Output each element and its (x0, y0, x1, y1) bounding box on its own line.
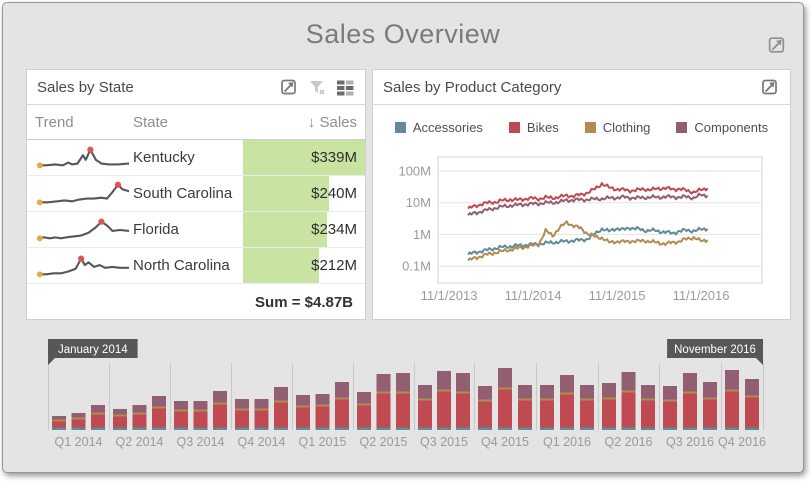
quarter-label: Q4 2016 (718, 435, 766, 449)
quarter-label: Q2 2014 (116, 435, 164, 449)
trend-sparkline (37, 181, 129, 205)
quarter-label: Q3 2015 (420, 435, 468, 449)
quarter-label: Q4 2015 (481, 435, 529, 449)
column-header-sales[interactable]: ↓ Sales (243, 114, 365, 131)
legend-item: Clothing (584, 120, 651, 135)
y-axis-label: 10M (406, 195, 431, 210)
range-selector[interactable]: Q1 2014 Q2 2014 Q3 2014 Q4 2014 Q1 2015 Q2 20… (37, 337, 777, 462)
table-summary: Sum = $4.87B (255, 293, 353, 311)
panel-title: Sales by State (37, 78, 134, 96)
range-end-flag[interactable]: November 2016 (667, 339, 763, 365)
trend-sparkline (37, 146, 129, 168)
y-axis-label: 100M (398, 164, 431, 179)
export-icon[interactable] (761, 78, 780, 97)
sales-value: $234M (311, 221, 357, 238)
x-axis-label: 11/1/2013 (421, 288, 478, 303)
chart-legend: Accessories Bikes Clothing Components (373, 120, 790, 135)
quarter-label: Q3 2014 (177, 435, 225, 449)
quarter-label: Q2 2016 (605, 435, 653, 449)
range-bars[interactable] (52, 368, 759, 430)
flag-label: January 2014 (58, 344, 128, 356)
x-axis-label: 11/1/2014 (505, 288, 562, 303)
legend-item: Bikes (508, 120, 559, 135)
category-line-chart: 100M 10M 1M 0.1M 11/1/2013 11/1/2014 11/1/2015… (398, 156, 763, 303)
quarter-label: Q1 2015 (299, 435, 347, 449)
x-axis-label: 11/1/2016 (673, 288, 730, 303)
column-header-trend[interactable]: Trend (27, 114, 133, 131)
legend-label: Clothing (602, 120, 651, 135)
sales-value: $339M (311, 149, 357, 166)
sort-descending-icon: ↓ (307, 113, 316, 131)
legend-swatch (584, 122, 596, 133)
sales-data-bar (243, 248, 320, 283)
quarter-label: Q1 2016 (543, 435, 591, 449)
y-axis-label: 0.1M (402, 259, 431, 274)
quarter-label: Q1 2014 (55, 435, 103, 449)
legend-label: Components (694, 120, 769, 135)
export-icon[interactable] (767, 35, 787, 55)
legend-swatch (394, 122, 406, 133)
table-row[interactable]: Florida $234M (27, 212, 365, 248)
quarter-label: Q3 2016 (666, 435, 714, 449)
sales-value: $212M (311, 257, 357, 274)
panel-title: Sales by Product Category (383, 78, 562, 96)
table-header: Trend State ↓ Sales (27, 105, 365, 140)
panel-sales-by-product-category: 100M 10M 1M 0.1M 11/1/2013 11/1/2014 11/1/2015… (372, 69, 791, 320)
quarter-label: Q4 2014 (238, 435, 286, 449)
state-name: Florida (133, 221, 179, 238)
y-axis-label: 1M (413, 227, 431, 242)
legend-swatch (508, 122, 520, 133)
table-row[interactable]: South Carolina $240M (27, 176, 365, 212)
column-header-state[interactable]: State (133, 114, 243, 131)
quarter-label: Q2 2015 (360, 435, 408, 449)
table-row[interactable]: Kentucky $339M (27, 140, 365, 176)
table-row[interactable]: North Carolina $212M (27, 248, 365, 284)
flag-label: November 2016 (674, 344, 756, 356)
sales-value: $240M (311, 185, 357, 202)
legend-label: Accessories (412, 120, 483, 135)
dashboard-title: Sales Overview (305, 19, 501, 49)
panel-sales-by-state: Sales by State Trend State ↓ Sales Kentu… (26, 69, 366, 320)
legend-item: Components (676, 120, 768, 135)
dashboard-surface: Sales Overview Sales by State Trend Stat… (2, 2, 804, 473)
trend-sparkline (37, 255, 129, 277)
clear-filter-icon[interactable] (308, 78, 327, 97)
state-name: North Carolina (133, 257, 230, 274)
legend-swatch (676, 122, 688, 133)
x-axis-label: 11/1/2015 (589, 288, 646, 303)
state-name: Kentucky (133, 149, 195, 166)
legend-label: Bikes (526, 120, 559, 135)
layout-cards-icon[interactable] (336, 78, 355, 97)
range-start-flag[interactable]: January 2014 (48, 339, 138, 365)
trend-sparkline (37, 218, 129, 241)
legend-item: Accessories (394, 120, 483, 135)
state-name: South Carolina (133, 185, 233, 202)
export-icon[interactable] (280, 78, 299, 97)
